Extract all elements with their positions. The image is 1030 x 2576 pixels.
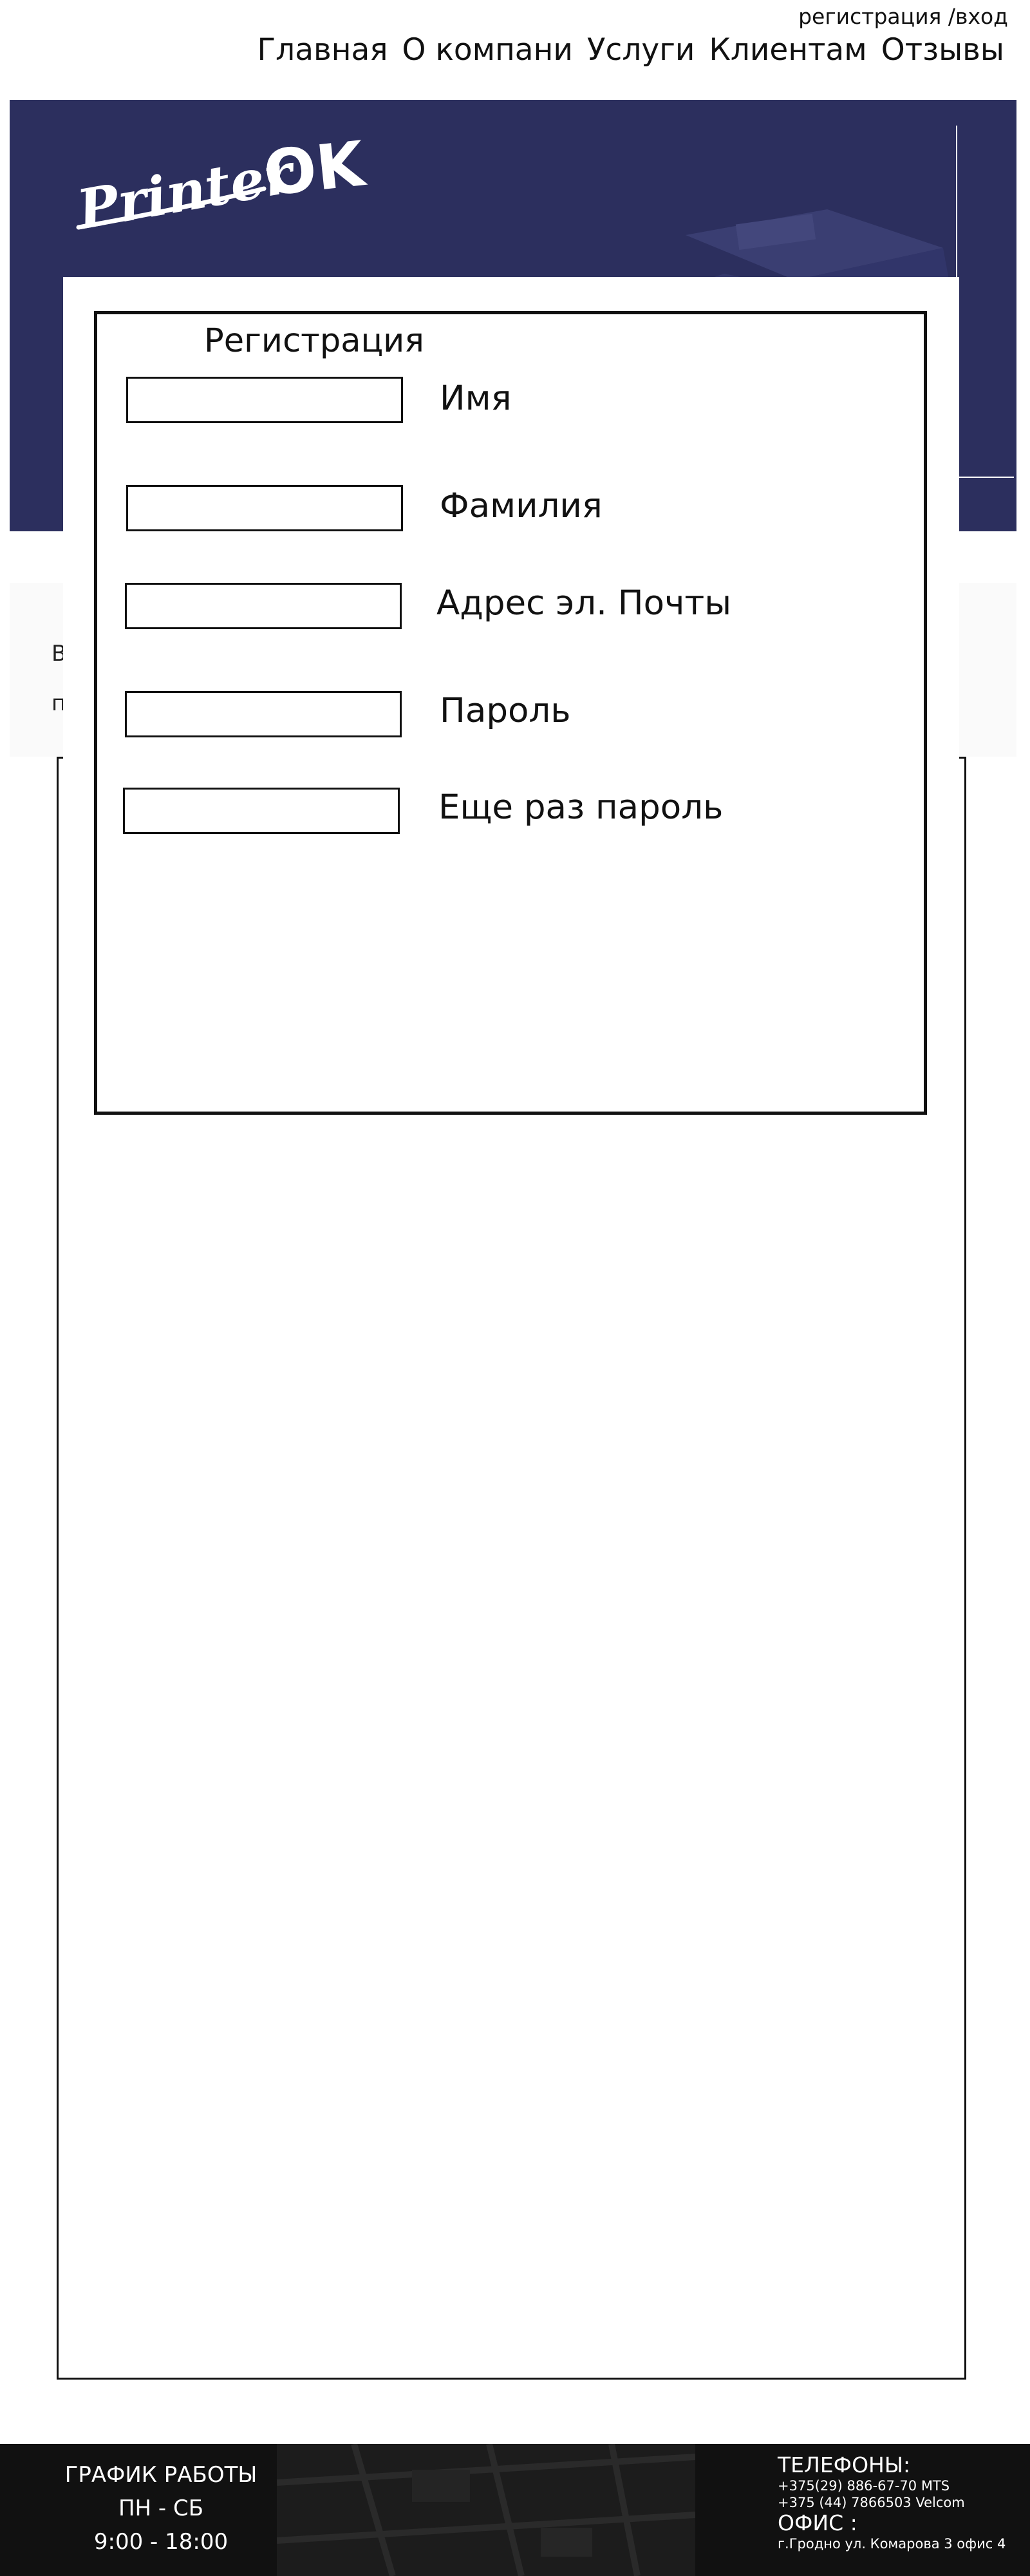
registration-form: Регистрация Имя Фамилия Адрес эл. Почты … bbox=[94, 311, 927, 1115]
phones-title: ТЕЛЕФОНЫ: bbox=[778, 2452, 911, 2477]
last-name-input[interactable] bbox=[126, 485, 403, 531]
nav-item-about[interactable]: О компани bbox=[402, 32, 573, 68]
office-title: ОФИС : bbox=[778, 2510, 857, 2535]
nav-item-home[interactable]: Главная bbox=[258, 32, 388, 68]
password-label: Пароль bbox=[440, 691, 571, 730]
registration-modal: Регистрация Имя Фамилия Адрес эл. Почты … bbox=[63, 277, 959, 1133]
last-name-label: Фамилия bbox=[440, 486, 603, 526]
nav-item-clients[interactable]: Клиентам bbox=[709, 32, 866, 68]
register-login-link[interactable]: регистрация /вход bbox=[798, 4, 1008, 29]
phone-velcom[interactable]: +375 (44) 7866503 Velcom bbox=[778, 2494, 1006, 2511]
footer: ГРАФИК РАБОТЫ ПН - СБ 9:00 - 18:00 ТЕЛЕФ… bbox=[0, 2444, 1030, 2576]
logo-mark: OK bbox=[260, 132, 370, 210]
password-input[interactable] bbox=[125, 691, 402, 737]
schedule-days: ПН - СБ bbox=[118, 2496, 204, 2521]
contacts: ТЕЛЕФОНЫ: +375(29) 886-67-70 MTS +375 (4… bbox=[778, 2453, 1006, 2552]
first-name-label: Имя bbox=[440, 379, 512, 418]
footer-map-image bbox=[277, 2444, 695, 2576]
work-schedule: ГРАФИК РАБОТЫ ПН - СБ 9:00 - 18:00 bbox=[39, 2458, 283, 2559]
registration-title: Регистрация bbox=[176, 322, 453, 360]
first-name-input[interactable] bbox=[126, 377, 403, 423]
password-confirm-input[interactable] bbox=[123, 788, 400, 834]
schedule-hours: 9:00 - 18:00 bbox=[93, 2529, 229, 2555]
nav-item-services[interactable]: Услуги bbox=[587, 32, 695, 68]
printerok-logo[interactable]: Printer OK bbox=[71, 132, 406, 235]
schedule-title: ГРАФИК РАБОТЫ bbox=[64, 2462, 258, 2488]
email-input[interactable] bbox=[125, 583, 402, 629]
phone-mts[interactable]: +375(29) 886-67-70 MTS bbox=[778, 2477, 1006, 2494]
email-label: Адрес эл. Почты bbox=[436, 583, 732, 623]
nav-item-reviews[interactable]: Отзывы bbox=[881, 32, 1004, 68]
main-nav: Главная О компани Услуги Клиентам Отзывы bbox=[258, 32, 1004, 68]
password-confirm-label: Еще раз пароль bbox=[438, 788, 724, 827]
office-address: г.Гродно ул. Комарова 3 офис 4 bbox=[778, 2536, 1006, 2552]
